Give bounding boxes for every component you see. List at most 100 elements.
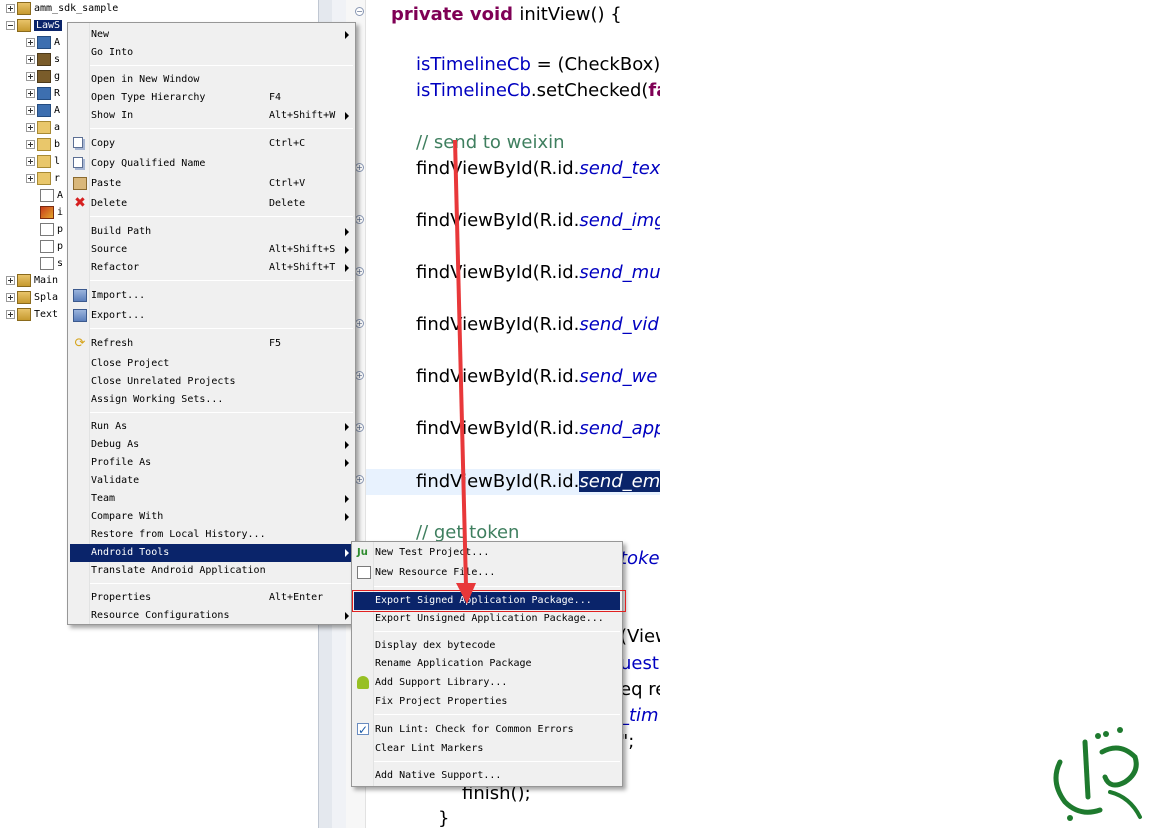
tree-item[interactable]: l <box>26 153 60 170</box>
expand-icon[interactable] <box>6 276 15 285</box>
menu-item-android-tools[interactable]: Android Tools <box>70 544 353 562</box>
menu-item-properties[interactable]: Properties Alt+Enter <box>70 589 353 607</box>
menu-item-go-into[interactable]: Go Into <box>70 44 353 62</box>
tree-item[interactable]: g <box>26 68 60 85</box>
project-icon <box>17 19 31 32</box>
menu-item-profile-as[interactable]: Profile As <box>70 454 353 472</box>
tree-item[interactable]: p <box>40 238 63 255</box>
tree-item[interactable]: s <box>40 255 63 272</box>
menu-item-fix-project-properties[interactable]: Fix Project Properties <box>354 693 620 711</box>
fold-icon[interactable]: + <box>355 267 364 276</box>
tree-item[interactable]: b <box>26 136 60 153</box>
fold-icon[interactable]: + <box>355 215 364 224</box>
menu-item-source[interactable]: Source Alt+Shift+S <box>70 241 353 259</box>
code-line: findViewById(R.id.send_img <box>416 208 660 234</box>
menu-item-delete[interactable]: ✖ Delete Delete <box>70 195 353 213</box>
field-text: _tim <box>620 705 659 726</box>
menu-item-export[interactable]: Export... <box>70 307 353 325</box>
copy-icon <box>73 157 83 168</box>
expand-icon[interactable] <box>26 38 35 47</box>
android-tools-submenu: Ju New Test Project... New Resource File.… <box>351 541 623 787</box>
menu-item-copy[interactable]: Copy Ctrl+C <box>70 135 353 153</box>
junit-icon: Ju <box>357 547 368 558</box>
tree-item-amm-sdk-sample[interactable]: amm_sdk_sample <box>6 0 118 17</box>
tree-item-main[interactable]: Main <box>6 272 58 289</box>
expand-icon[interactable] <box>26 89 35 98</box>
code-text: findViewById(R.id. <box>416 418 580 439</box>
fold-icon[interactable]: + <box>355 371 364 380</box>
expand-icon[interactable] <box>6 310 15 319</box>
menu-item-add-support-library[interactable]: Add Support Library... <box>354 674 620 692</box>
menu-item-rename-application-package[interactable]: Rename Application Package <box>354 655 620 673</box>
menu-item-debug-as[interactable]: Debug As <box>70 436 353 454</box>
tree-item[interactable]: A <box>26 34 60 51</box>
collapse-icon[interactable] <box>6 21 15 30</box>
project-icon <box>17 2 31 15</box>
folder-icon <box>37 155 51 168</box>
fold-icon[interactable]: + <box>355 163 364 172</box>
tree-item[interactable]: r <box>26 170 60 187</box>
menu-item-refactor[interactable]: Refactor Alt+Shift+T <box>70 259 353 277</box>
tree-item-spla[interactable]: Spla <box>6 289 58 306</box>
code-line: _tim <box>620 703 659 729</box>
tree-item[interactable]: A <box>40 187 63 204</box>
code-line: findViewById(R.id.send_vid <box>416 312 659 338</box>
menu-item-team[interactable]: Team <box>70 490 353 508</box>
menu-item-new[interactable]: New <box>70 26 353 44</box>
menu-item-restore-local-history[interactable]: Restore from Local History... <box>70 526 353 544</box>
expand-icon[interactable] <box>6 293 15 302</box>
expand-icon[interactable] <box>26 123 35 132</box>
menu-item-open-in-new-window[interactable]: Open in New Window <box>70 71 353 89</box>
code-line: (View <box>620 626 660 647</box>
fold-icon[interactable]: − <box>355 7 364 16</box>
menu-item-display-dex-bytecode[interactable]: Display dex bytecode <box>354 637 620 655</box>
menu-item-compare-with[interactable]: Compare With <box>70 508 353 526</box>
menu-item-show-in[interactable]: Show In Alt+Shift+W <box>70 107 353 125</box>
submenu-arrow-icon <box>345 441 349 449</box>
project-icon <box>17 291 31 304</box>
new-file-icon <box>357 566 371 579</box>
code-line: eq re <box>620 679 660 700</box>
menu-item-clear-lint-markers[interactable]: Clear Lint Markers <box>354 740 620 758</box>
file-icon <box>40 223 54 236</box>
menu-item-add-native-support[interactable]: Add Native Support... <box>354 767 620 785</box>
tree-item[interactable]: i <box>40 204 63 221</box>
menu-item-paste[interactable]: Paste Ctrl+V <box>70 175 353 193</box>
menu-item-build-path[interactable]: Build Path <box>70 223 353 241</box>
menu-item-refresh[interactable]: ⟳ Refresh F5 <box>70 335 353 353</box>
menu-item-new-resource-file[interactable]: New Resource File... <box>354 564 620 582</box>
menu-item-assign-working-sets[interactable]: Assign Working Sets... <box>70 391 353 409</box>
menu-item-run-lint[interactable]: ✓ Run Lint: Check for Common Errors <box>354 721 620 739</box>
code-text: findViewById(R.id. <box>416 210 580 231</box>
expand-icon[interactable] <box>26 106 35 115</box>
fold-icon[interactable]: + <box>355 319 364 328</box>
file-icon <box>40 240 54 253</box>
expand-icon[interactable] <box>26 157 35 166</box>
menu-item-close-project[interactable]: Close Project <box>70 355 353 373</box>
tree-item[interactable]: p <box>40 221 63 238</box>
menu-item-close-unrelated-projects[interactable]: Close Unrelated Projects <box>70 373 353 391</box>
menu-item-translate-android-application[interactable]: Translate Android Application <box>70 562 353 580</box>
expand-icon[interactable] <box>26 72 35 81</box>
fold-icon[interactable]: + <box>355 423 364 432</box>
tree-item[interactable]: a <box>26 119 60 136</box>
expand-icon[interactable] <box>26 174 35 183</box>
menu-item-open-type-hierarchy[interactable]: Open Type Hierarchy F4 <box>70 89 353 107</box>
submenu-arrow-icon <box>345 112 349 120</box>
tree-item-laws[interactable]: LawS <box>6 17 63 34</box>
menu-item-import[interactable]: Import... <box>70 287 353 305</box>
menu-item-validate[interactable]: Validate <box>70 472 353 490</box>
tree-item[interactable]: R <box>26 85 60 102</box>
menu-item-run-as[interactable]: Run As <box>70 418 353 436</box>
menu-item-export-unsigned-application-package[interactable]: Export Unsigned Application Package... <box>354 610 620 628</box>
expand-icon[interactable] <box>26 55 35 64</box>
tree-item[interactable]: s <box>26 51 60 68</box>
fold-icon[interactable]: + <box>355 475 364 484</box>
menu-item-copy-qualified-name[interactable]: Copy Qualified Name <box>70 155 353 173</box>
menu-item-new-test-project[interactable]: Ju New Test Project... <box>354 544 620 562</box>
tree-item-text[interactable]: Text <box>6 306 58 323</box>
tree-item[interactable]: A <box>26 102 60 119</box>
menu-item-resource-configurations[interactable]: Resource Configurations <box>70 607 353 625</box>
expand-icon[interactable] <box>26 140 35 149</box>
expand-icon[interactable] <box>6 4 15 13</box>
